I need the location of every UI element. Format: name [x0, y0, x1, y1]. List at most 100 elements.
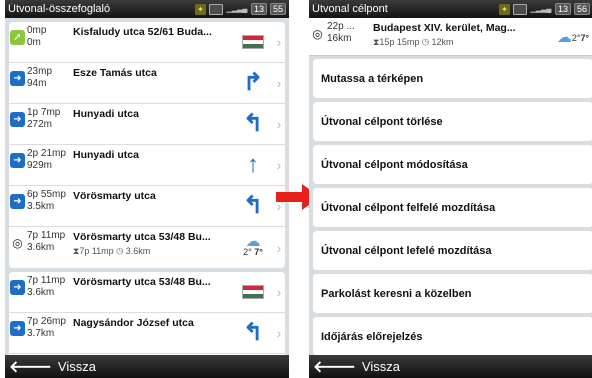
menu-item[interactable]: Útvonal célpont módosítása [313, 145, 592, 184]
street-name: Vörösmarty utca [73, 190, 156, 202]
weather-widget: ☁ 2° 7° [243, 233, 263, 257]
navigation-step-icon: ➜ [10, 112, 25, 127]
route-step-row[interactable]: ➜ 7p 26mp 3.7km Nagysándor József utca ↰ › [9, 313, 285, 354]
hungarian-flag-icon [242, 35, 264, 49]
route-step-row[interactable]: ➜ 2p 21mp 929m Hunyadi utca ↑ › [9, 145, 285, 186]
distance: 3.7km [27, 328, 55, 339]
turn-right-arrow-icon: ↱ [242, 69, 264, 96]
distance: 3.5km [27, 201, 55, 212]
back-button[interactable]: 🡐 Vissza [5, 355, 289, 378]
snow-cloud-icon: ☁ [556, 29, 572, 46]
distance: 929m [27, 160, 53, 171]
screen-title: Útvonal célpont [312, 3, 388, 15]
navigation-step-icon: ➜ [10, 153, 25, 168]
street-name: Vörösmarty utca 53/48 Bu... [73, 276, 211, 288]
route-group: ➚ 0mp 0m Kisfaludy utca 52/61 Buda... › ➜ 23mp… [9, 22, 285, 268]
route-step-row[interactable]: ➜ 7p 11mp 3.6km Vörösmarty utca 53/48 Bu...… [9, 272, 285, 313]
hungarian-flag-icon [242, 285, 264, 299]
chevron-right-icon: › [276, 75, 282, 91]
navigation-step-icon: ➜ [10, 71, 25, 86]
route-step-list[interactable]: ➚ 0mp 0m Kisfaludy utca 52/61 Buda... › ➜ 23mp… [5, 18, 289, 355]
turn-left-arrow-icon: ↰ [242, 319, 264, 346]
status-bar: Útvonal-összefoglaló ✦ ▁▂▃▄ 13 55 [5, 0, 289, 18]
battery-icon [208, 3, 223, 15]
start-point-icon: ➚ [10, 30, 25, 45]
weather-widget: ☁ 2° 7° [553, 18, 592, 58]
menu-item[interactable]: Parkolást keresni a közelben [313, 274, 592, 313]
route-step-row[interactable]: ◎ 7p 11mp 3.6km Vörösmarty utca 53/48 Bu...… [9, 227, 285, 268]
route-sub-info: ⧗15p 15mp ◷ 12km [373, 37, 454, 47]
clock-minute: 55 [269, 3, 286, 15]
street-name: Budapest XIV. kerület, Mag... [373, 22, 516, 34]
eta-time: 7p 26mp [27, 316, 66, 327]
clock-hour: 13 [554, 3, 571, 15]
destination-icon: ◎ [310, 26, 325, 41]
chevron-right-icon: › [276, 116, 282, 132]
turn-left-arrow-icon: ↰ [242, 192, 264, 219]
eta-time: 1p 7mp [27, 107, 61, 118]
back-button[interactable]: 🡐 Vissza [309, 355, 592, 378]
chevron-right-icon: › [276, 284, 282, 300]
temp-high: 7° [254, 247, 263, 257]
street-name: Kisfaludy utca 52/61 Buda... [73, 26, 212, 38]
signal-icon: ▁▂▃▄ [226, 5, 248, 13]
street-name: Vörösmarty utca 53/48 Bu... [73, 231, 211, 243]
signal-icon: ▁▂▃▄ [530, 5, 552, 13]
temp-high: 7° [580, 33, 590, 43]
eta-time: 6p 55mp [27, 189, 66, 200]
distance: 94m [27, 78, 47, 89]
street-name: Esze Tamás utca [73, 67, 157, 79]
eta-time: 7p 11mp [27, 275, 66, 286]
battery-icon [512, 3, 527, 15]
distance: 0m [27, 37, 41, 48]
distance: 272m [27, 119, 53, 130]
route-destination-screen: Útvonal célpont ✦ ▁▂▃▄ 13 56 ◎ 22p ... 1… [309, 0, 592, 378]
eta-time: 2p 21mp [27, 148, 66, 159]
straight-arrow-icon: ↑ [247, 151, 259, 178]
destination-summary-row[interactable]: ◎ 22p ... 16km Budapest XIV. kerület, Ma… [309, 18, 592, 56]
eta-time: 23mp [27, 66, 53, 77]
eta-time: 0mp [27, 25, 47, 36]
menu-item[interactable]: Útvonal célpont lefelé mozdítása [313, 231, 592, 270]
back-label: Vissza [361, 359, 400, 374]
temp-low: 2° [571, 33, 581, 43]
navigation-step-icon: ➜ [10, 321, 25, 336]
route-group: ➜ 7p 11mp 3.6km Vörösmarty utca 53/48 Bu...… [9, 272, 285, 355]
route-step-row[interactable]: ➜ 6p 55mp 3.5km Vörösmarty utca ↰ › [9, 186, 285, 227]
route-summary-screen: Útvonal-összefoglaló ✦ ▁▂▃▄ 13 55 ➚ 0mp 0m… [5, 0, 289, 378]
chevron-right-icon: › [276, 239, 282, 256]
temp-low: 2° [243, 247, 252, 257]
menu-item[interactable]: Mutassa a térképen [313, 59, 592, 98]
status-bar: Útvonal célpont ✦ ▁▂▃▄ 13 56 [309, 0, 592, 18]
satellite-icon: ✦ [498, 3, 510, 15]
clock-hour: 13 [250, 3, 267, 15]
distance: 3.6km [27, 287, 55, 298]
street-name: Hunyadi utca [73, 149, 139, 161]
destination-menu: Mutassa a térképen Útvonal célpont törlés… [309, 59, 592, 355]
route-step-row[interactable]: ➚ 0mp 0m Kisfaludy utca 52/61 Buda... › [9, 22, 285, 63]
street-name: Nagysándor József utca [73, 317, 194, 329]
menu-item[interactable]: Időjárás előrejelzés [313, 317, 592, 355]
navigation-step-icon: ➜ [10, 194, 25, 209]
route-step-row[interactable]: ➜ 1p 7mp 272m Hunyadi utca ↰ › [9, 104, 285, 145]
route-sub-info: ⧗7p 11mp ◷ 3.6km [73, 246, 151, 256]
chevron-right-icon: › [276, 157, 282, 173]
route-step-row[interactable]: ➜ 23mp 94m Esze Tamás utca ↱ › [9, 63, 285, 104]
chevron-right-icon: › [276, 325, 282, 341]
snow-cloud-icon: ☁ [245, 233, 261, 250]
eta-time: 22p ... [327, 21, 355, 32]
back-arrow-icon: 🡐 [9, 359, 52, 376]
screen-title: Útvonal-összefoglaló [8, 3, 111, 15]
navigation-step-icon: ➜ [10, 280, 25, 295]
destination-icon: ◎ [10, 235, 25, 250]
eta-time: 7p 11mp [27, 230, 66, 241]
menu-item[interactable]: Útvonal célpont felfelé mozdítása [313, 188, 592, 227]
clock-minute: 56 [573, 3, 590, 15]
satellite-icon: ✦ [194, 3, 206, 15]
distance: 3.6km [27, 242, 55, 253]
back-arrow-icon: 🡐 [313, 359, 356, 376]
menu-item[interactable]: Útvonal célpont törlése [313, 102, 592, 141]
chevron-right-icon: › [276, 34, 282, 50]
street-name: Hunyadi utca [73, 108, 139, 120]
back-label: Vissza [57, 359, 96, 374]
